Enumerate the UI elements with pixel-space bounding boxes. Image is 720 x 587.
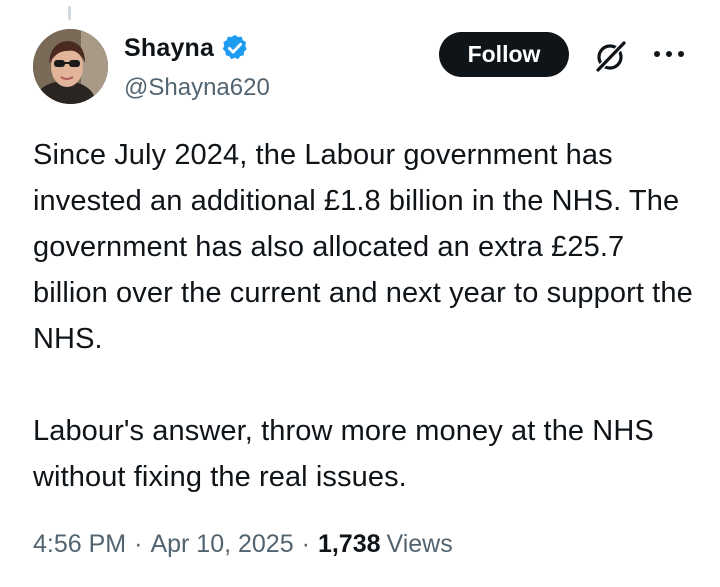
tweet-date[interactable]: Apr 10, 2025 <box>150 530 293 559</box>
tweet-paragraph: Labour's answer, throw more money at the… <box>33 415 654 493</box>
views-count: 1,738 <box>317 530 381 558</box>
grok-icon[interactable] <box>593 38 629 74</box>
tweet-time[interactable]: 4:56 PM <box>33 530 126 559</box>
author-display-name[interactable]: Shayna <box>124 34 214 63</box>
avatar[interactable] <box>33 29 108 104</box>
separator-dot: · <box>134 530 143 558</box>
tweet-paragraph: Since July 2024, the Labour government h… <box>33 139 693 355</box>
follow-button[interactable]: Follow <box>439 32 569 77</box>
tweet-metadata: 4:56 PM · Apr 10, 2025 · 1,738 Views <box>33 530 453 559</box>
author-handle[interactable]: @Shayna620 <box>124 74 270 102</box>
tweet-text: Since July 2024, the Labour government h… <box>33 132 703 500</box>
author-name-row: Shayna <box>124 33 250 63</box>
views-label: Views <box>386 530 453 558</box>
separator-dot: · <box>301 530 310 558</box>
more-options-icon[interactable] <box>652 44 686 64</box>
verified-badge-icon <box>220 33 250 63</box>
thread-connector-line <box>68 6 71 20</box>
avatar-image <box>33 29 108 104</box>
